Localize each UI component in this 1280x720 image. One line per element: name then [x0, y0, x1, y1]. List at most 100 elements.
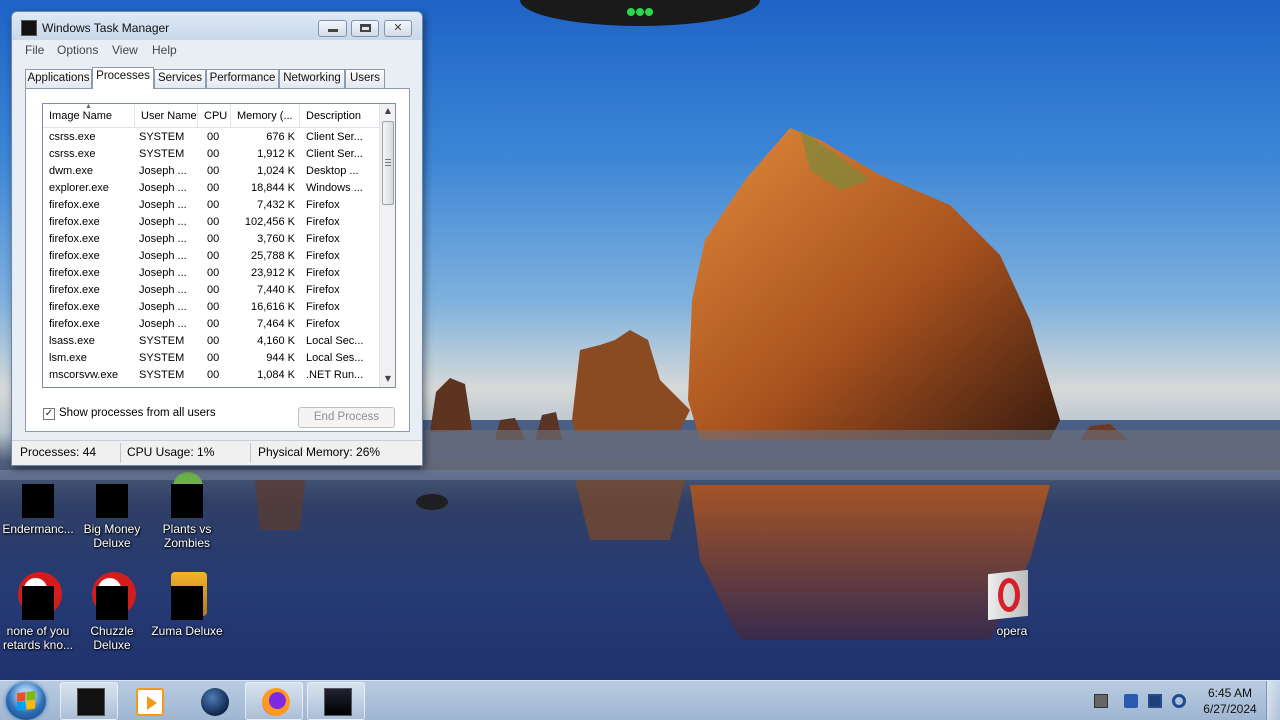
column-user-name[interactable]: User Name — [135, 104, 198, 128]
minimize-icon — [328, 29, 338, 32]
cell-image-name: lsass.exe — [49, 335, 95, 347]
tab-performance[interactable]: Performance — [206, 69, 279, 88]
desktop-icon-zuma[interactable]: Zuma Deluxe — [149, 572, 225, 638]
menu-options[interactable]: Options — [57, 43, 98, 57]
cell-cpu: 00 — [207, 233, 220, 245]
cell-memory: 25,788 K — [250, 250, 295, 262]
menu-help[interactable]: Help — [152, 43, 177, 57]
desktop-icon-opera[interactable]: opera — [974, 569, 1050, 638]
menu-bar: File Options View Help — [12, 40, 422, 60]
cell-image-name: csrss.exe — [49, 131, 96, 143]
tab-services[interactable]: Services — [154, 69, 206, 88]
cell-cpu: 00 — [207, 216, 220, 228]
column-image-name[interactable]: ▲ Image Name — [43, 104, 135, 128]
windows-logo-icon — [17, 691, 35, 711]
cell-memory: 1,912 K — [257, 148, 295, 160]
desktop-icon-none-of-you[interactable]: none of you retards kno... — [0, 572, 76, 652]
cell-user-name: Joseph ... — [139, 250, 187, 262]
scroll-down-icon[interactable]: ▼ — [380, 372, 395, 386]
column-cpu[interactable]: CPU — [198, 104, 231, 128]
column-memory[interactable]: Memory (... — [231, 104, 300, 128]
desktop-icon-plants-vs-zombies[interactable]: Plants vs Zombies — [149, 470, 225, 550]
cell-user-name: SYSTEM — [139, 148, 185, 160]
cell-cpu: 00 — [207, 284, 220, 296]
table-row[interactable]: mscorsvw.exe SYSTEM 00 1,084 K .NET Run... — [43, 367, 379, 384]
cell-description: Firefox — [306, 250, 340, 262]
table-row[interactable]: firefox.exe Joseph ... 00 7,440 K Firefox — [43, 282, 379, 299]
cell-user-name: Joseph ... — [139, 318, 187, 330]
menu-file[interactable]: File — [25, 43, 44, 57]
table-row[interactable]: firefox.exe Joseph ... 00 102,456 K Firefox — [43, 214, 379, 231]
scroll-up-icon[interactable]: ▲ — [380, 104, 395, 118]
table-row[interactable]: firefox.exe Joseph ... 00 7,432 K Firefox — [43, 197, 379, 214]
close-button[interactable]: ✕ — [384, 20, 412, 37]
cell-cpu: 00 — [207, 165, 220, 177]
table-row[interactable]: firefox.exe Joseph ... 00 23,912 K Firefox — [43, 265, 379, 282]
desktop-icon-chuzzle[interactable]: Chuzzle Deluxe — [74, 572, 150, 652]
end-process-button[interactable]: End Process — [298, 407, 395, 428]
menu-view[interactable]: View — [112, 43, 138, 57]
cell-cpu: 00 — [207, 131, 220, 143]
cell-image-name: firefox.exe — [49, 267, 100, 279]
maximize-button[interactable] — [351, 20, 379, 37]
table-row[interactable]: firefox.exe Joseph ... 00 16,616 K Firefox — [43, 299, 379, 316]
table-row[interactable]: lsm.exe SYSTEM 00 944 K Local Ses... — [43, 350, 379, 367]
cell-description: .NET Run... — [306, 369, 364, 381]
show-desktop-button[interactable] — [1266, 681, 1280, 720]
cell-user-name: Joseph ... — [139, 216, 187, 228]
process-list-header: ▲ Image Name User Name CPU Memory (... D… — [43, 104, 379, 128]
column-label: Image Name — [49, 110, 112, 122]
cell-image-name: firefox.exe — [49, 233, 100, 245]
document-icon — [14, 470, 62, 518]
tray-monitor-icon[interactable] — [1148, 694, 1162, 708]
cell-user-name: Joseph ... — [139, 284, 187, 296]
cell-description: Client Ser... — [306, 148, 363, 160]
globe-icon — [201, 688, 229, 716]
system-clock[interactable]: 6:45 AM 6/27/2024 — [1194, 685, 1266, 717]
taskbar-app-firefox[interactable] — [245, 682, 303, 720]
desktop-icon-endermanch[interactable]: Endermanc... — [0, 470, 76, 536]
taskbar-app-task-manager[interactable] — [307, 682, 365, 720]
cell-cpu: 00 — [207, 267, 220, 279]
taskbar-app-media-player[interactable] — [119, 682, 177, 720]
table-row[interactable]: explorer.exe Joseph ... 00 18,844 K Windows … — [43, 180, 379, 197]
cell-description: Firefox — [306, 284, 340, 296]
tray-flag-icon[interactable] — [1124, 694, 1138, 708]
cell-user-name: Joseph ... — [139, 182, 187, 194]
table-row[interactable]: firefox.exe Joseph ... 00 25,788 K Firefox — [43, 248, 379, 265]
show-all-users-label: Show processes from all users — [59, 407, 216, 419]
tab-processes[interactable]: Processes — [92, 67, 154, 89]
desktop-icon-big-money[interactable]: Big Money Deluxe — [74, 470, 150, 550]
tab-networking[interactable]: Networking — [279, 69, 345, 88]
process-list[interactable]: ▲ Image Name User Name CPU Memory (... D… — [42, 103, 396, 388]
task-manager-window: Windows Task Manager ✕ File Options View… — [11, 11, 423, 466]
cell-image-name: lsm.exe — [49, 352, 87, 364]
table-row[interactable]: dwm.exe Joseph ... 00 1,024 K Desktop ... — [43, 163, 379, 180]
table-row[interactable]: firefox.exe Joseph ... 00 3,760 K Firefox — [43, 231, 379, 248]
cell-image-name: explorer.exe — [49, 182, 109, 194]
tab-users[interactable]: Users — [345, 69, 385, 88]
tab-applications[interactable]: Applications — [25, 69, 92, 88]
vertical-scrollbar[interactable]: ▲ ▼ — [379, 104, 395, 387]
cell-user-name: SYSTEM — [139, 131, 185, 143]
start-button[interactable] — [6, 682, 46, 720]
table-row[interactable]: csrss.exe SYSTEM 00 1,912 K Client Ser... — [43, 146, 379, 163]
table-row[interactable]: csrss.exe SYSTEM 00 676 K Client Ser... — [43, 129, 379, 146]
status-cpu-usage: CPU Usage: 1% — [127, 445, 215, 459]
scroll-thumb[interactable] — [382, 121, 394, 205]
cell-description: Firefox — [306, 233, 340, 245]
tray-document-icon[interactable] — [1094, 694, 1108, 708]
checkbox-checked-icon[interactable]: ✓ — [43, 408, 55, 420]
column-description[interactable]: Description — [300, 104, 379, 128]
taskbar-app-terminal[interactable] — [60, 682, 118, 720]
table-row[interactable]: firefox.exe Joseph ... 00 7,464 K Firefox — [43, 316, 379, 333]
title-bar[interactable]: Windows Task Manager ✕ — [12, 12, 422, 40]
table-row[interactable]: lsass.exe SYSTEM 00 4,160 K Local Sec... — [43, 333, 379, 350]
minimize-button[interactable] — [318, 20, 347, 37]
status-physical-memory: Physical Memory: 26% — [258, 445, 381, 459]
cell-description: Local Sec... — [306, 335, 364, 347]
taskbar-app-globe[interactable] — [184, 682, 242, 720]
cell-description: Firefox — [306, 216, 340, 228]
cell-user-name: SYSTEM — [139, 352, 185, 364]
tray-network-icon[interactable] — [1172, 694, 1186, 708]
